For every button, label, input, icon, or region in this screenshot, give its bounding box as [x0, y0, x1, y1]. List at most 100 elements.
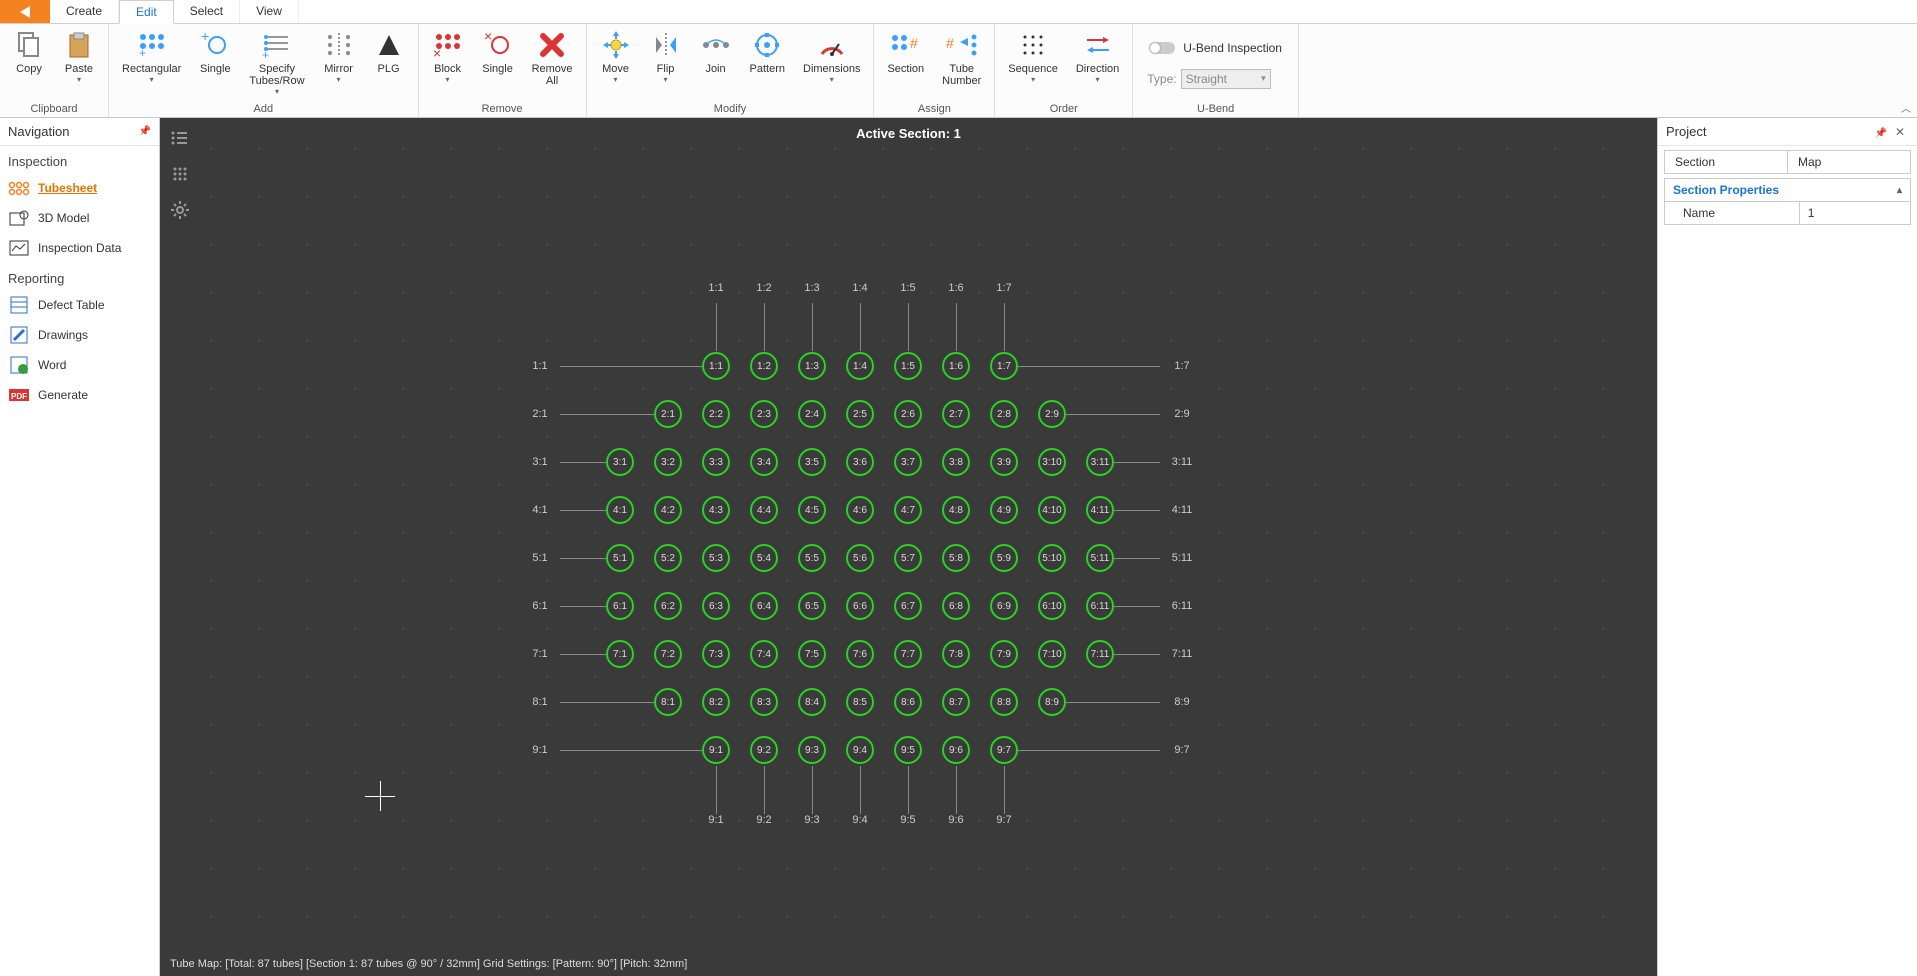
tube[interactable]: 5:5 [798, 544, 826, 572]
tube[interactable]: 1:7 [990, 352, 1018, 380]
tube[interactable]: 5:11 [1086, 544, 1114, 572]
app-logo[interactable] [0, 0, 50, 23]
tube[interactable]: 8:1 [654, 688, 682, 716]
remove-block-button[interactable]: × Block [425, 26, 471, 87]
tube[interactable]: 5:2 [654, 544, 682, 572]
specify-tubes-row-button[interactable]: + Specify Tubes/Row [242, 26, 311, 99]
tube[interactable]: 2:3 [750, 400, 778, 428]
tube[interactable]: 5:10 [1038, 544, 1066, 572]
tube[interactable]: 4:1 [606, 496, 634, 524]
tube[interactable]: 3:6 [846, 448, 874, 476]
tube[interactable]: 7:10 [1038, 640, 1066, 668]
add-single-button[interactable]: + Single [192, 26, 238, 78]
tube[interactable]: 9:5 [894, 736, 922, 764]
tube[interactable]: 3:9 [990, 448, 1018, 476]
nav-item-tubesheet[interactable]: Tubesheet [0, 173, 159, 203]
project-close-button[interactable]: ✕ [1891, 125, 1909, 139]
tube[interactable]: 1:1 [702, 352, 730, 380]
tube[interactable]: 2:9 [1038, 400, 1066, 428]
tube[interactable]: 2:7 [942, 400, 970, 428]
tube[interactable]: 8:4 [798, 688, 826, 716]
tube[interactable]: 5:6 [846, 544, 874, 572]
tube[interactable]: 3:10 [1038, 448, 1066, 476]
tube[interactable]: 4:11 [1086, 496, 1114, 524]
tube[interactable]: 4:7 [894, 496, 922, 524]
dimensions-button[interactable]: Dimensions [796, 26, 867, 87]
nav-item-drawings[interactable]: Drawings [0, 320, 159, 350]
mirror-button[interactable]: Mirror [316, 26, 362, 87]
tube[interactable]: 7:1 [606, 640, 634, 668]
tube[interactable]: 5:3 [702, 544, 730, 572]
tube[interactable]: 3:11 [1086, 448, 1114, 476]
nav-item-inspection-data[interactable]: Inspection Data [0, 233, 159, 263]
tube[interactable]: 3:3 [702, 448, 730, 476]
tube[interactable]: 1:5 [894, 352, 922, 380]
tube[interactable]: 9:3 [798, 736, 826, 764]
tube[interactable]: 8:5 [846, 688, 874, 716]
tube[interactable]: 2:2 [702, 400, 730, 428]
tube[interactable]: 9:7 [990, 736, 1018, 764]
tube[interactable]: 5:1 [606, 544, 634, 572]
tube[interactable]: 3:7 [894, 448, 922, 476]
tube[interactable]: 8:7 [942, 688, 970, 716]
tube[interactable]: 9:2 [750, 736, 778, 764]
tube[interactable]: 3:8 [942, 448, 970, 476]
tab-view[interactable]: View [240, 0, 299, 23]
tubesheet-canvas[interactable]: Active Section: 1 1:11:21:31:41:51:61:79… [160, 118, 1657, 976]
tube[interactable]: 1:4 [846, 352, 874, 380]
tube[interactable]: 1:2 [750, 352, 778, 380]
assign-tube-number-button[interactable]: # Tube Number [935, 26, 988, 90]
tube[interactable]: 5:9 [990, 544, 1018, 572]
tube[interactable]: 4:3 [702, 496, 730, 524]
tube[interactable]: 7:4 [750, 640, 778, 668]
tube[interactable]: 2:6 [894, 400, 922, 428]
tube[interactable]: 6:11 [1086, 592, 1114, 620]
tube[interactable]: 4:6 [846, 496, 874, 524]
tube[interactable]: 6:10 [1038, 592, 1066, 620]
tube[interactable]: 7:6 [846, 640, 874, 668]
nav-pin-button[interactable]: 📌 [139, 126, 151, 137]
nav-item-3d-model[interactable]: 3D Model [0, 203, 159, 233]
tab-select[interactable]: Select [174, 0, 240, 23]
paste-button[interactable]: Paste [56, 26, 102, 87]
tab-edit[interactable]: Edit [119, 0, 174, 24]
tube[interactable]: 1:6 [942, 352, 970, 380]
tube[interactable]: 6:4 [750, 592, 778, 620]
tube[interactable]: 6:2 [654, 592, 682, 620]
tube[interactable]: 9:4 [846, 736, 874, 764]
flip-button[interactable]: Flip [643, 26, 689, 87]
remove-single-button[interactable]: × Single [475, 26, 521, 78]
tube[interactable]: 3:2 [654, 448, 682, 476]
tube[interactable]: 8:2 [702, 688, 730, 716]
tube[interactable]: 7:11 [1086, 640, 1114, 668]
tube[interactable]: 6:1 [606, 592, 634, 620]
tube[interactable]: 4:9 [990, 496, 1018, 524]
tube[interactable]: 7:9 [990, 640, 1018, 668]
tube[interactable]: 2:8 [990, 400, 1018, 428]
project-tab-map[interactable]: Map [1788, 151, 1910, 173]
tube[interactable]: 4:10 [1038, 496, 1066, 524]
project-pin-button[interactable]: 📌 [1875, 128, 1887, 139]
section-properties-header[interactable]: Section Properties ▴ [1664, 178, 1911, 201]
tube[interactable]: 8:8 [990, 688, 1018, 716]
tube[interactable]: 4:2 [654, 496, 682, 524]
tube[interactable]: 5:7 [894, 544, 922, 572]
copy-button[interactable]: Copy [6, 26, 52, 78]
tube[interactable]: 7:7 [894, 640, 922, 668]
tube[interactable]: 2:4 [798, 400, 826, 428]
tube[interactable]: 3:4 [750, 448, 778, 476]
tube[interactable]: 6:3 [702, 592, 730, 620]
tube[interactable]: 6:5 [798, 592, 826, 620]
tube[interactable]: 6:9 [990, 592, 1018, 620]
tube[interactable]: 8:9 [1038, 688, 1066, 716]
tube[interactable]: 4:4 [750, 496, 778, 524]
tab-create[interactable]: Create [50, 0, 119, 23]
tube[interactable]: 1:3 [798, 352, 826, 380]
tube[interactable]: 6:8 [942, 592, 970, 620]
remove-all-button[interactable]: Remove All [525, 26, 580, 90]
tube[interactable]: 9:1 [702, 736, 730, 764]
join-button[interactable]: Join [693, 26, 739, 78]
tube[interactable]: 7:5 [798, 640, 826, 668]
plg-button[interactable]: PLG [366, 26, 412, 78]
assign-section-button[interactable]: # Section [880, 26, 931, 78]
